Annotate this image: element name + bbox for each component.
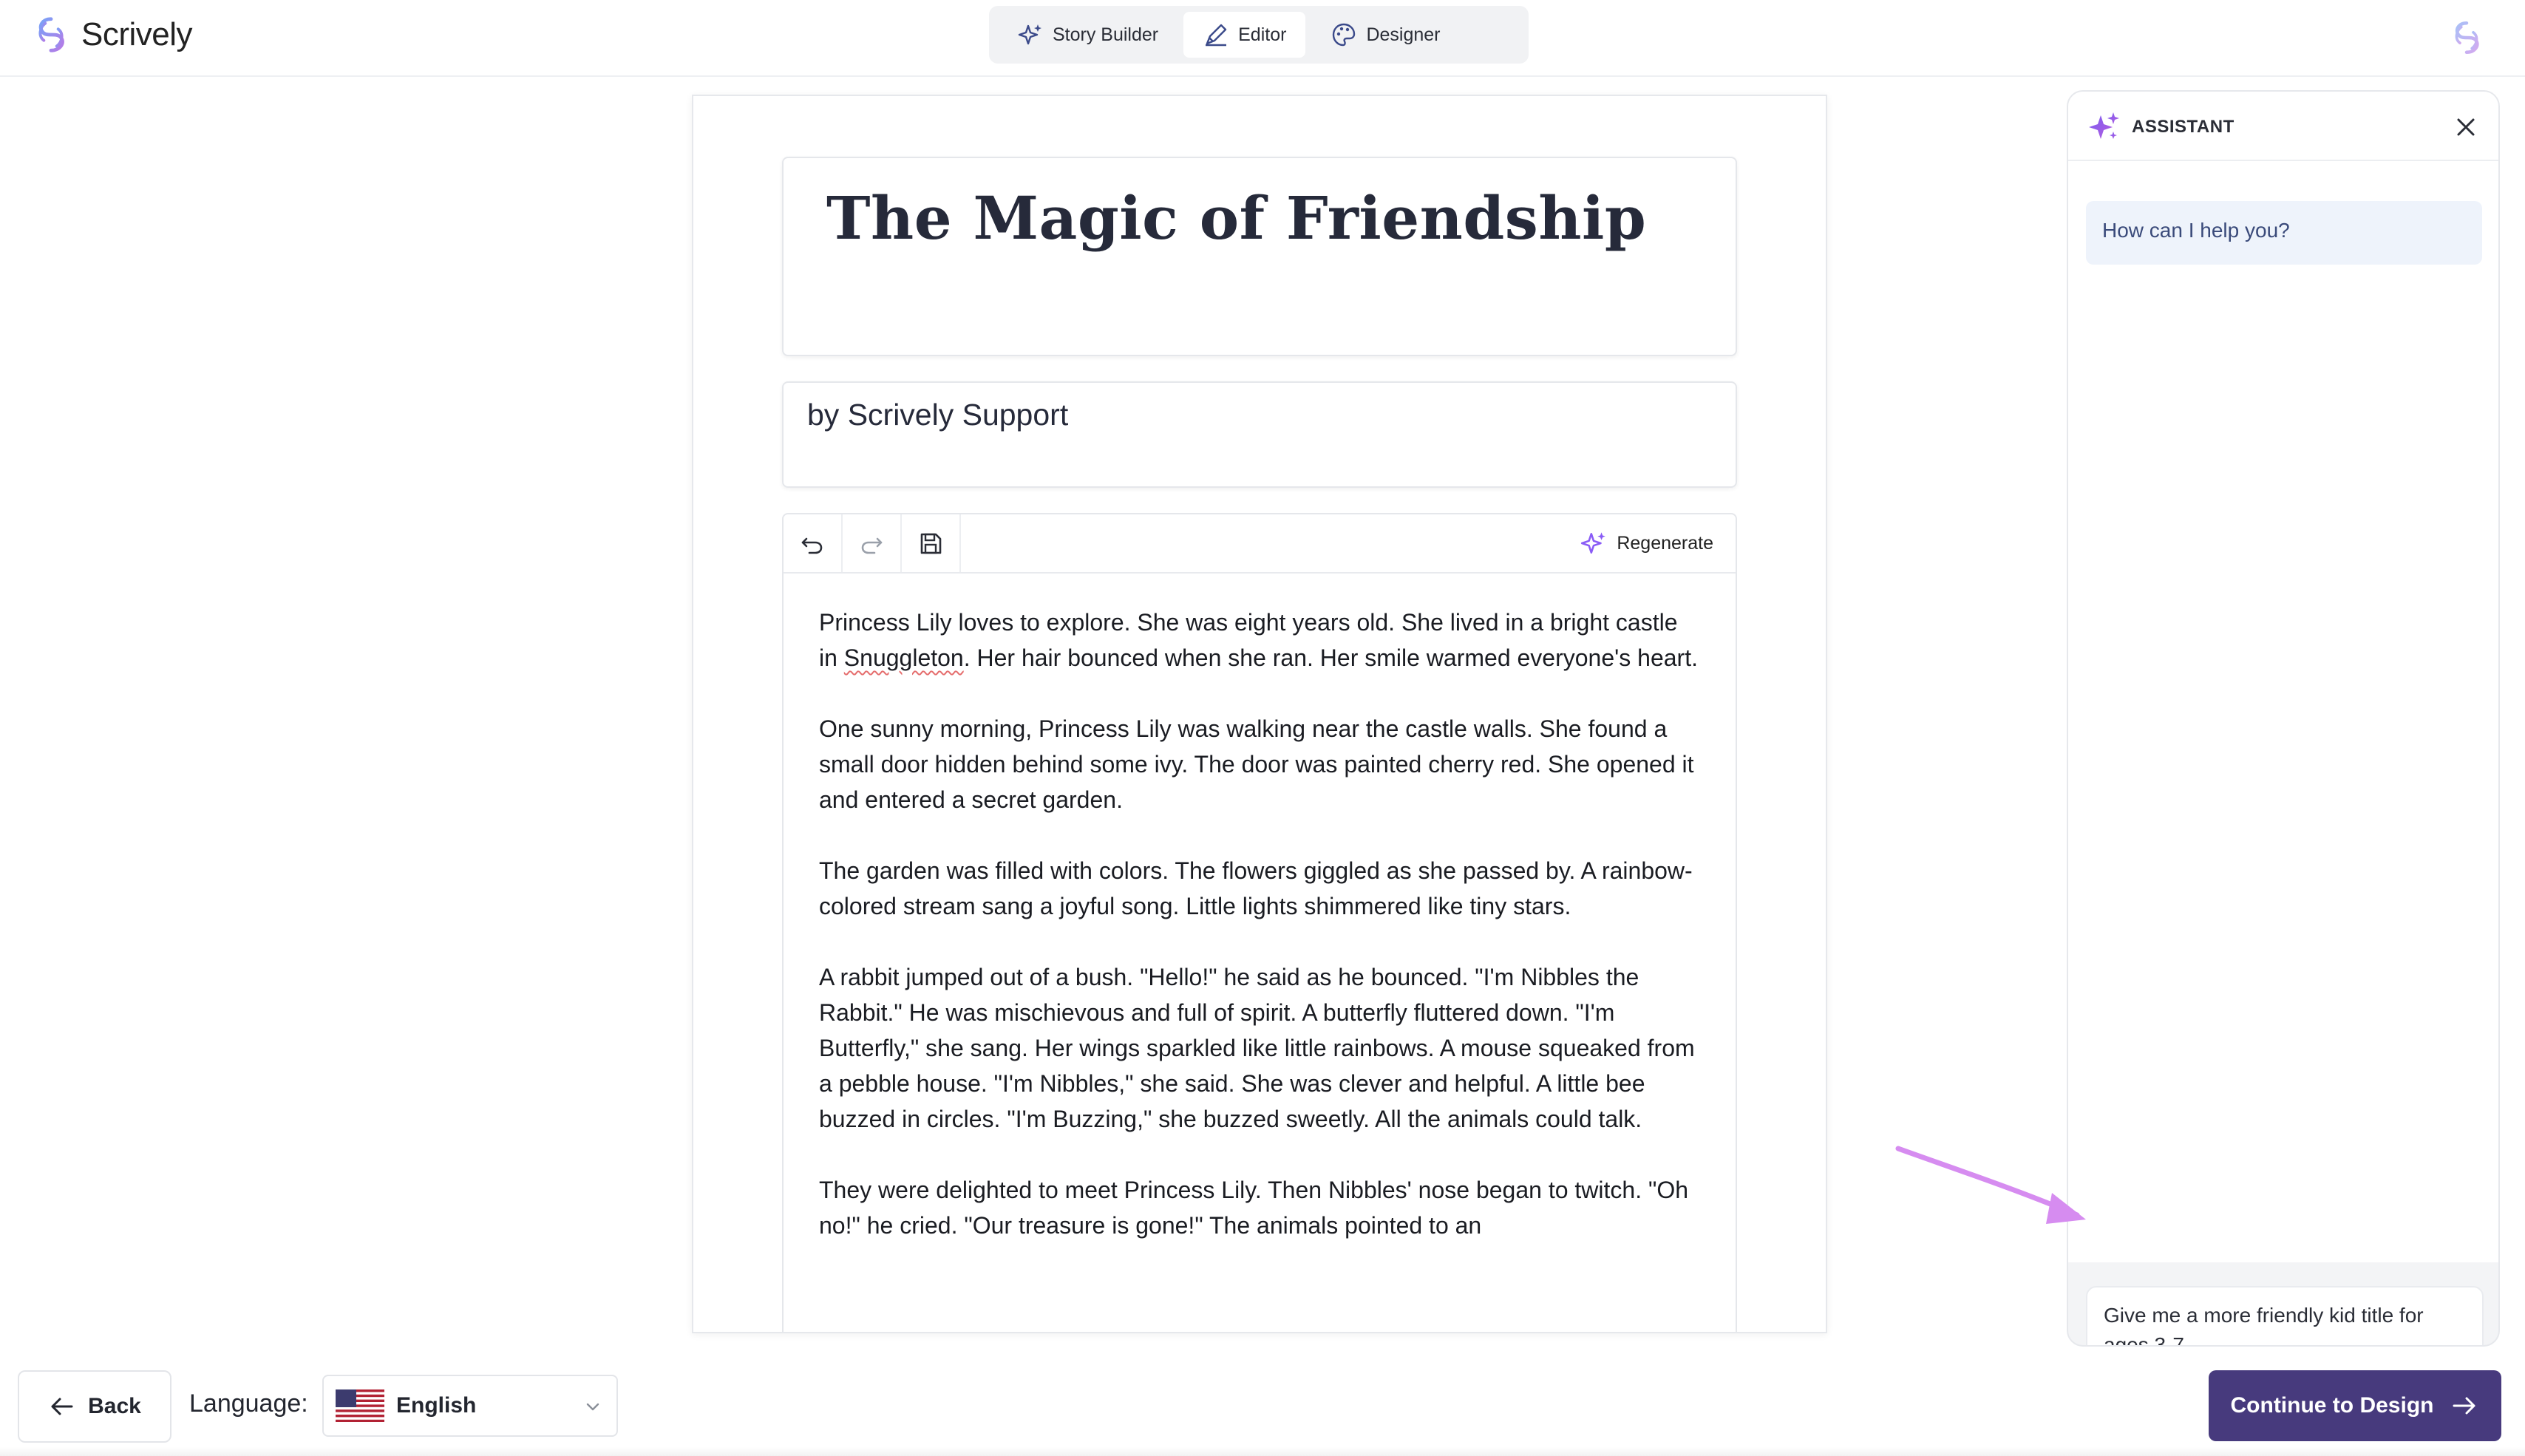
language-label: Language: — [189, 1389, 308, 1418]
sparkle-icon — [1581, 532, 1606, 554]
app-logo[interactable]: Scrively — [30, 13, 193, 56]
author-field[interactable]: by Scrively Support — [782, 381, 1737, 488]
editor-canvas: The Magic of Friendship by Scrively Supp… — [692, 95, 1827, 1333]
sparkle-icon — [1018, 24, 1041, 45]
assistant-greeting-bubble: How can I help you? — [2086, 201, 2482, 265]
story-paragraph: A rabbit jumped out of a bush. "Hello!" … — [819, 964, 1695, 1132]
tab-story-builder[interactable]: Story Builder — [998, 12, 1177, 58]
tab-editor[interactable]: Editor — [1183, 12, 1306, 58]
palette-icon — [1333, 23, 1356, 47]
language-select[interactable]: English — [322, 1375, 618, 1437]
back-label: Back — [88, 1394, 141, 1418]
editor-toolbar: Regenerate — [784, 514, 1736, 574]
assistant-composer[interactable]: Give me a more friendly kid title for ag… — [2086, 1286, 2484, 1345]
bottom-bar: Back Language: English Continue to Desig… — [0, 1353, 2525, 1456]
language-value: English — [396, 1393, 477, 1418]
pen-icon — [1206, 24, 1227, 47]
chevron-down-icon — [586, 1403, 599, 1411]
undo-icon — [801, 537, 823, 554]
us-flag-icon — [336, 1389, 384, 1422]
top-bar: Scrively Story Builder Editor Designer — [0, 0, 2525, 77]
undo-button[interactable] — [784, 514, 843, 572]
regenerate-button[interactable]: Regenerate — [1580, 529, 1713, 557]
save-button[interactable] — [902, 514, 961, 572]
arrow-right-icon — [2453, 1397, 2475, 1415]
tab-editor-label: Editor — [1238, 24, 1287, 45]
tab-story-builder-label: Story Builder — [1053, 24, 1159, 45]
continue-label: Continue to Design — [2230, 1393, 2434, 1418]
story-paragraph: Princess Lily loves to explore. She was … — [819, 605, 1700, 676]
back-button[interactable]: Back — [18, 1370, 171, 1443]
assistant-panel: ASSISTANT How can I help you? Give me a … — [2067, 90, 2500, 1347]
mode-switcher: Story Builder Editor Designer — [989, 6, 1529, 64]
scrively-logo-icon — [38, 17, 64, 52]
assistant-title: ASSISTANT — [2132, 117, 2235, 137]
sparkle-icon — [2089, 112, 2119, 139]
assistant-messages — [2068, 161, 2498, 1262]
story-author[interactable]: by Scrively Support — [807, 398, 1068, 432]
scrively-corner-logo-icon[interactable] — [2447, 18, 2487, 58]
paragraph-text: . Her hair bounced when she ran. Her smi… — [963, 644, 1698, 671]
story-paragraph: The garden was filled with colors. The f… — [819, 857, 1693, 919]
assistant-header: ASSISTANT — [2068, 92, 2498, 161]
story-paragraph: One sunny morning, Princess Lily was wal… — [819, 715, 1694, 813]
continue-to-design-button[interactable]: Continue to Design — [2209, 1370, 2501, 1441]
redo-button[interactable] — [843, 514, 902, 572]
redo-icon — [861, 537, 883, 554]
close-icon[interactable] — [2450, 111, 2482, 143]
annotation-arrow-icon — [1895, 1146, 2086, 1224]
bottom-shade — [0, 1447, 2525, 1456]
assistant-input[interactable]: Give me a more friendly kid title for ag… — [2104, 1301, 2429, 1345]
arrow-left-icon — [51, 1398, 73, 1415]
story-editor: Regenerate Princess Lily loves to explor… — [782, 513, 1737, 1332]
save-icon — [920, 533, 942, 554]
tab-designer[interactable]: Designer — [1311, 12, 1459, 58]
tab-designer-label: Designer — [1366, 24, 1441, 45]
app-name: Scrively — [81, 16, 193, 52]
misspelled-word[interactable]: Snuggleton — [844, 644, 964, 671]
title-field[interactable]: The Magic of Friendship — [782, 157, 1737, 356]
story-text-area[interactable]: Princess Lily loves to explore. She was … — [784, 574, 1736, 1243]
story-title[interactable]: The Magic of Friendship — [826, 183, 1646, 253]
story-paragraph: They were delighted to meet Princess Lil… — [819, 1177, 1689, 1239]
regenerate-label: Regenerate — [1617, 532, 1713, 554]
